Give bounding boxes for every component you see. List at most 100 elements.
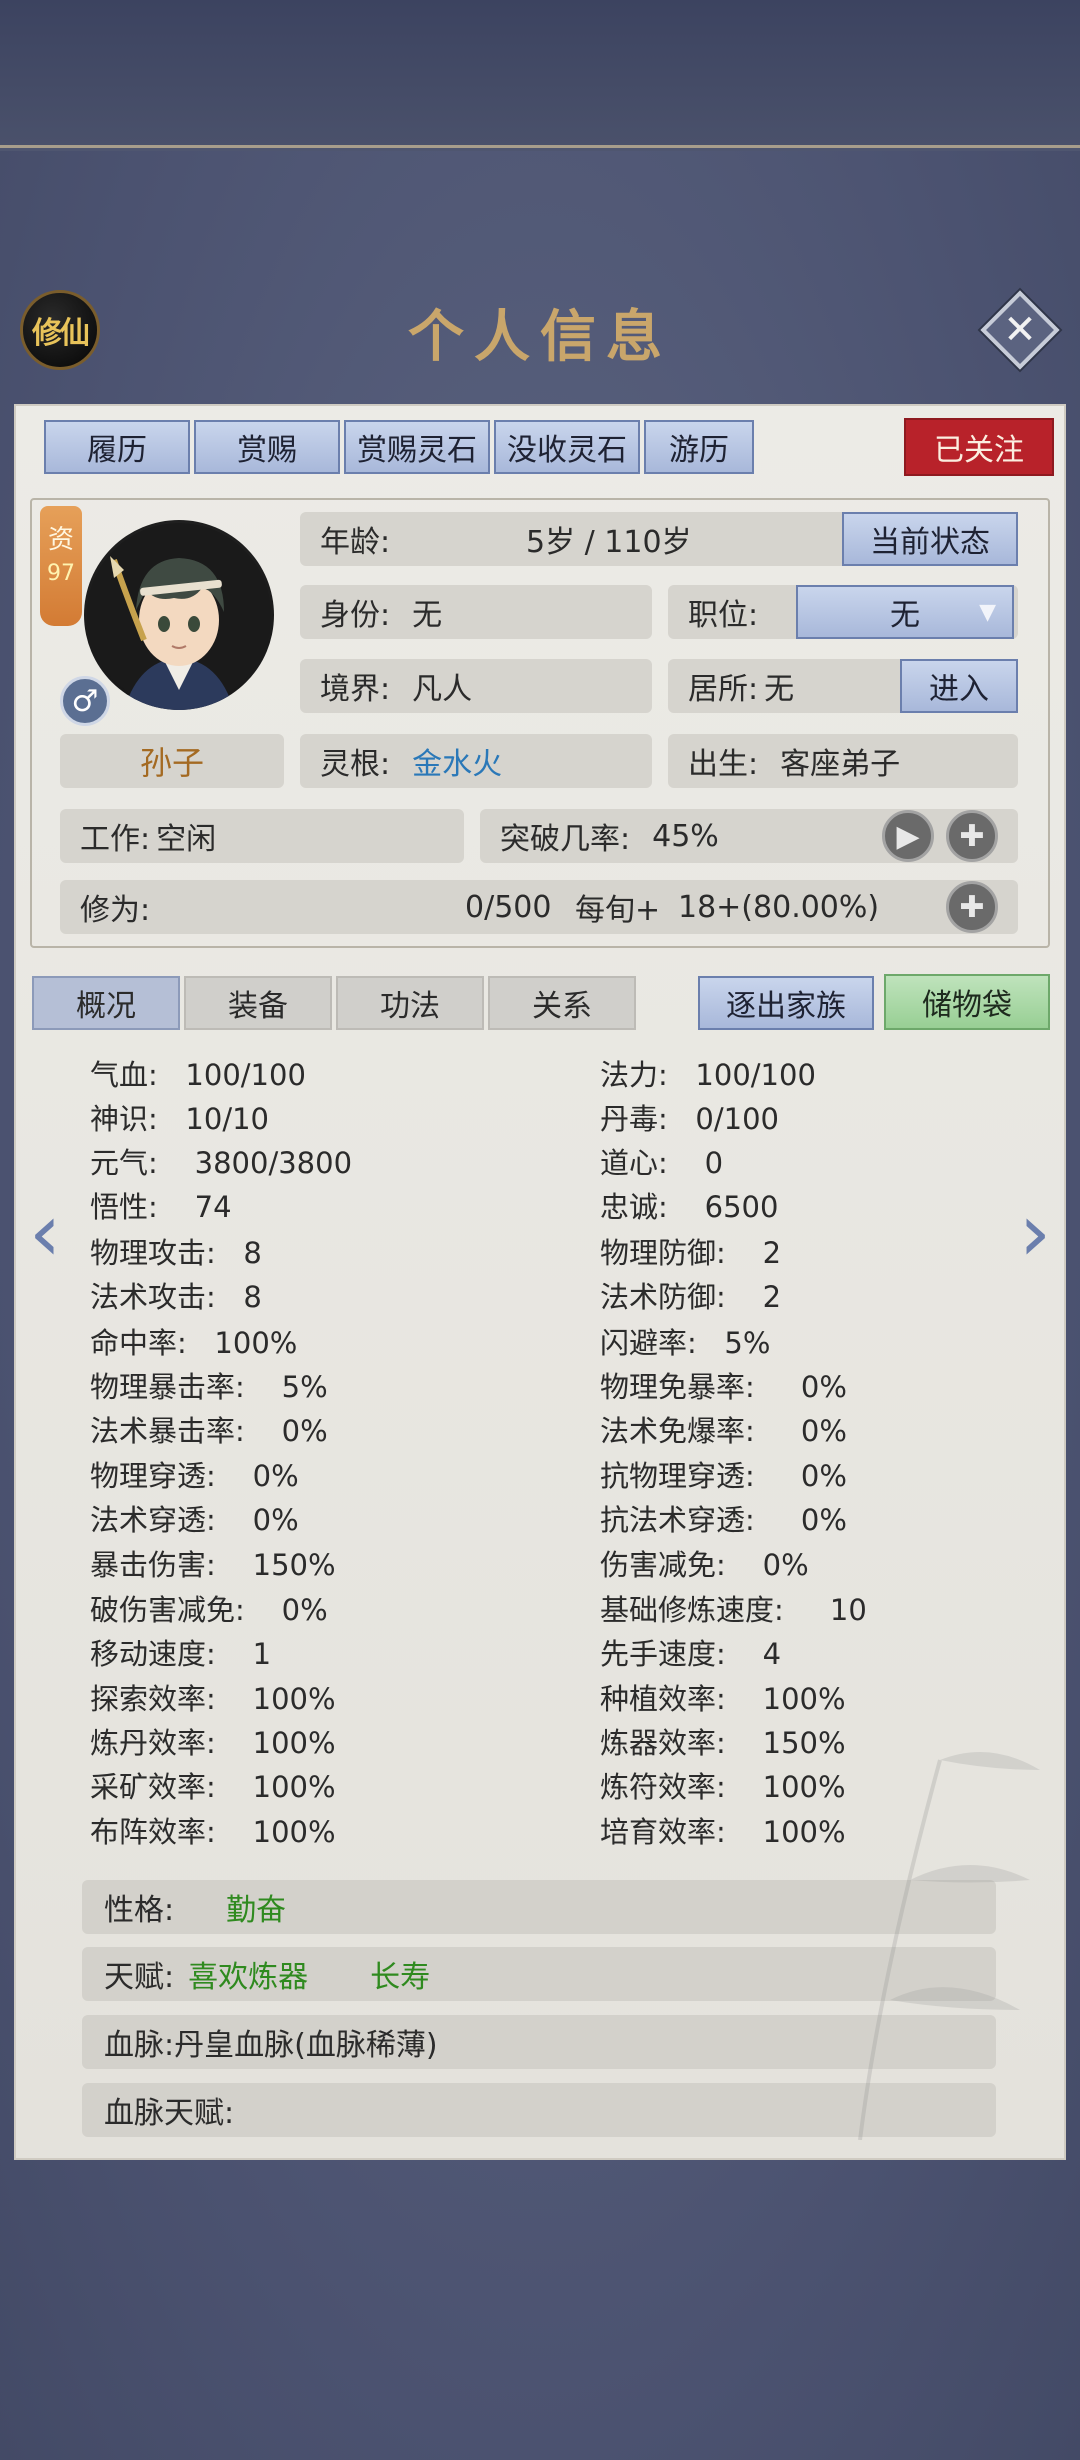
travel-button[interactable]: 游历	[644, 420, 754, 474]
realm-field: 境界: 凡人	[300, 659, 652, 713]
cultivation-plus-icon[interactable]: ✚	[946, 881, 998, 933]
page-title: 个人信息	[408, 304, 672, 370]
aptitude-value: 97	[47, 561, 75, 586]
male-gender-icon: ♂	[60, 676, 110, 726]
position-select[interactable]: 无 ▼	[796, 585, 1014, 639]
stat-left: 暴击伤害: 150%	[90, 1548, 336, 1582]
stat-right: 丹毒: 0/100	[600, 1102, 779, 1136]
confiscate-stone-button[interactable]: 没收灵石	[494, 420, 640, 474]
position-value: 无	[890, 598, 920, 633]
stat-right: 法术防御: 2	[600, 1280, 782, 1314]
stat-row: 物理穿透: 0% 抗物理穿透: 0%	[90, 1453, 990, 1497]
tab-techniques[interactable]: 功法	[336, 976, 484, 1030]
personality-value: 勤奋	[226, 1893, 287, 1928]
stat-left: 破伤害减免: 0%	[90, 1593, 328, 1627]
stat-left: 法术穿透: 0%	[90, 1503, 299, 1537]
stat-row: 法术攻击: 8 法术防御: 2	[90, 1274, 990, 1318]
stat-row: 破伤害减免: 0% 基础修炼速度: 10	[90, 1587, 990, 1631]
next-arrow-icon[interactable]: ›	[1010, 1188, 1060, 1278]
position-label: 职位:	[688, 598, 759, 633]
play-icon[interactable]: ▶	[882, 810, 934, 862]
age-label: 年龄:	[320, 525, 391, 560]
stat-left: 采矿效率: 100%	[90, 1770, 336, 1804]
stat-row: 命中率: 100% 闪避率: 5%	[90, 1320, 990, 1364]
stat-left: 物理攻击: 8	[90, 1236, 262, 1270]
stat-left: 悟性: 74	[90, 1190, 232, 1224]
expel-family-button[interactable]: 逐出家族	[698, 976, 874, 1030]
birth-label: 出生:	[688, 747, 759, 782]
stat-right: 培育效率: 100%	[600, 1815, 846, 1849]
spirit-root-value: 金水火	[412, 747, 503, 782]
stat-right: 物理防御: 2	[600, 1236, 782, 1270]
stat-left: 元气: 3800/3800	[90, 1146, 353, 1180]
stat-row: 气血: 100/100 法力: 100/100	[90, 1052, 990, 1096]
identity-label: 身份:	[320, 598, 391, 633]
cultivation-rate-label: 每旬+	[575, 893, 661, 928]
reward-stone-button[interactable]: 赏赐灵石	[344, 420, 490, 474]
realm-value: 凡人	[412, 672, 473, 707]
stat-left: 气血: 100/100	[90, 1058, 306, 1092]
bloodline-value: 丹皇血脉(血脉稀薄)	[174, 2028, 438, 2063]
personality-label: 性格:	[104, 1893, 175, 1928]
birth-value: 客座弟子	[780, 747, 901, 782]
avatar[interactable]	[84, 520, 274, 710]
history-button[interactable]: 履历	[44, 420, 190, 474]
aptitude-tag: 资 97	[40, 506, 82, 626]
work-label: 工作:	[80, 822, 151, 857]
tab-equipment[interactable]: 装备	[184, 976, 332, 1030]
cultivation-field: 修为: 0/500 每旬+ 18+(80.00%)	[60, 880, 1018, 934]
xiuxian-badge[interactable]: 修仙	[20, 290, 100, 370]
follow-button[interactable]: 已关注	[904, 418, 1054, 476]
current-status-button[interactable]: 当前状态	[842, 512, 1018, 566]
close-button[interactable]: ✕	[980, 290, 1060, 370]
stat-left: 法术攻击: 8	[90, 1280, 262, 1314]
stat-row: 物理暴击率: 5% 物理免暴率: 0%	[90, 1364, 990, 1408]
stat-row: 神识: 10/10 丹毒: 0/100	[90, 1096, 990, 1140]
birth-field: 出生: 客座弟子	[668, 734, 1018, 788]
avatar-portrait-icon	[87, 523, 271, 710]
stat-right: 闪避率: 5%	[600, 1326, 771, 1360]
bloodline-label: 血脉:	[104, 2028, 175, 2063]
stat-left: 移动速度: 1	[90, 1637, 272, 1671]
stat-left: 法术暴击率: 0%	[90, 1414, 328, 1448]
realm-label: 境界:	[320, 672, 391, 707]
storage-bag-button[interactable]: 储物袋	[884, 974, 1050, 1030]
stat-row: 物理攻击: 8 物理防御: 2	[90, 1230, 990, 1274]
bamboo-decoration-icon	[858, 1752, 1040, 2140]
stat-right: 炼符效率: 100%	[600, 1770, 846, 1804]
talent-value-1: 喜欢炼器	[188, 1960, 309, 1995]
tab-relations[interactable]: 关系	[488, 976, 636, 1030]
breakthrough-label: 突破几率:	[500, 822, 631, 857]
stat-right: 先手速度: 4	[600, 1637, 782, 1671]
stat-left: 布阵效率: 100%	[90, 1815, 336, 1849]
stat-left: 神识: 10/10	[90, 1102, 269, 1136]
enter-button[interactable]: 进入	[900, 659, 1018, 713]
age-field: 年龄: 5岁 / 110岁	[300, 512, 852, 566]
stat-left: 命中率: 100%	[90, 1326, 298, 1360]
breakthrough-field: 突破几率: 45%	[480, 809, 1018, 863]
aptitude-label: 资	[47, 525, 74, 555]
cultivation-label: 修为:	[80, 893, 151, 928]
residence-value: 无	[764, 672, 795, 707]
character-name[interactable]: 孙子	[60, 734, 284, 788]
stat-right: 道心: 0	[600, 1146, 724, 1180]
tab-overview[interactable]: 概况	[32, 976, 180, 1030]
stat-right: 伤害减免: 0%	[600, 1548, 809, 1582]
stat-right: 抗物理穿透: 0%	[600, 1459, 847, 1493]
stat-right: 抗法术穿透: 0%	[600, 1503, 847, 1537]
stat-row: 法术暴击率: 0% 法术免爆率: 0%	[90, 1408, 990, 1452]
stat-row: 暴击伤害: 150% 伤害减免: 0%	[90, 1542, 990, 1586]
stat-right: 忠诚: 6500	[600, 1190, 779, 1224]
bloodline-talent-label: 血脉天赋:	[104, 2096, 235, 2131]
stat-row: 悟性: 74 忠诚: 6500	[90, 1184, 990, 1228]
previous-arrow-icon[interactable]: ‹	[20, 1188, 70, 1278]
reward-button[interactable]: 赏赐	[194, 420, 340, 474]
age-value: 5岁 / 110岁	[526, 525, 692, 560]
cultivation-rate-value: 18+(80.00%)	[678, 889, 880, 925]
stat-row: 移动速度: 1 先手速度: 4	[90, 1631, 990, 1675]
work-field: 工作: 空闲	[60, 809, 464, 863]
stat-left: 炼丹效率: 100%	[90, 1726, 336, 1760]
plus-icon[interactable]: ✚	[946, 810, 998, 862]
identity-field: 身份: 无	[300, 585, 652, 639]
work-value: 空闲	[156, 822, 217, 857]
